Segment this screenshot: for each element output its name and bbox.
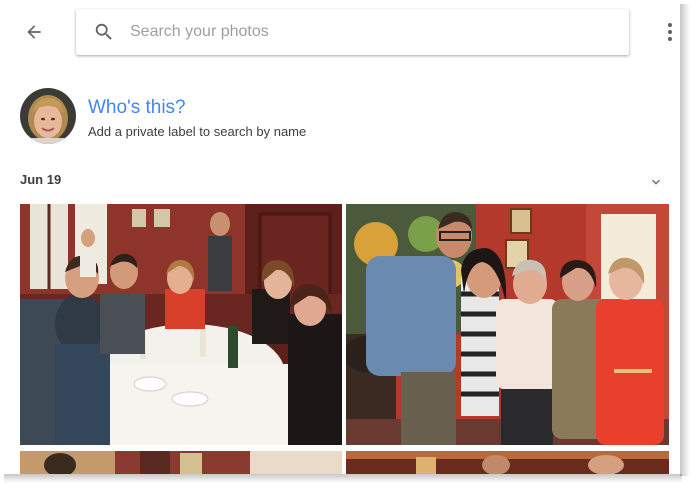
section-date: Jun 19 [20, 172, 62, 187]
more-vert-icon [668, 23, 672, 27]
photo-tile-partial-1[interactable] [20, 451, 342, 474]
face-label-hint: Add a private label to search by name [88, 124, 307, 139]
chevron-down-icon[interactable] [648, 174, 664, 190]
more-options-button[interactable] [663, 20, 677, 44]
photos-window: Who's this? Add a private label to searc… [0, 0, 680, 474]
photo-tile-partial-2[interactable] [346, 451, 669, 474]
search-icon [95, 23, 112, 40]
arrow-back-icon [27, 25, 41, 39]
window-shadow [680, 4, 690, 476]
photo-tile-restaurant-group[interactable] [20, 204, 342, 445]
face-thumbnail [20, 88, 76, 144]
search-input[interactable] [130, 20, 610, 44]
back-button[interactable] [20, 18, 48, 46]
avatar[interactable] [20, 88, 76, 144]
window-shadow-bottom [4, 474, 682, 483]
who-is-this-link[interactable]: Who's this? [88, 97, 186, 119]
photo-tile-family-standing[interactable] [346, 204, 669, 445]
search-bar[interactable] [76, 9, 629, 55]
